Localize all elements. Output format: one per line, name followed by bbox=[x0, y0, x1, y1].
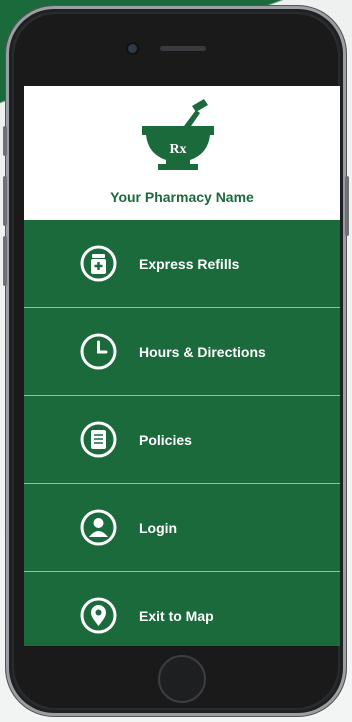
menu-label-login: Login bbox=[139, 519, 178, 536]
clock-icon bbox=[80, 333, 117, 370]
volume-up-button bbox=[3, 176, 7, 226]
pill-bottle-icon bbox=[80, 245, 117, 282]
menu-label-hours-directions: Hours & Directions bbox=[139, 343, 266, 360]
app-screen: Rx Your Pharmacy Name Express Refills Ho… bbox=[24, 86, 340, 646]
power-button bbox=[345, 176, 349, 236]
home-button[interactable] bbox=[158, 655, 206, 703]
menu-label-express-refills: Express Refills bbox=[139, 255, 240, 272]
mute-switch bbox=[3, 126, 7, 156]
logo-rx-text: Rx bbox=[169, 142, 186, 157]
menu-item-login[interactable]: Login bbox=[24, 484, 340, 572]
pharmacy-name: Your Pharmacy Name bbox=[110, 189, 254, 205]
document-icon bbox=[80, 421, 117, 458]
menu-item-hours-directions[interactable]: Hours & Directions bbox=[24, 308, 340, 396]
mortar-pestle-rx-icon: Rx bbox=[142, 99, 214, 170]
menu-item-exit-to-map[interactable]: Exit to Map bbox=[24, 572, 340, 646]
map-pin-icon bbox=[80, 597, 117, 634]
user-icon bbox=[80, 509, 117, 546]
menu-item-express-refills[interactable]: Express Refills bbox=[24, 220, 340, 308]
menu-item-policies[interactable]: Policies bbox=[24, 396, 340, 484]
earpiece-speaker bbox=[160, 46, 206, 51]
menu-label-exit-to-map: Exit to Map bbox=[139, 607, 214, 624]
menu-label-policies: Policies bbox=[139, 431, 192, 448]
volume-down-button bbox=[3, 236, 7, 286]
app-header: Rx Your Pharmacy Name bbox=[24, 86, 340, 220]
front-camera bbox=[128, 44, 137, 53]
